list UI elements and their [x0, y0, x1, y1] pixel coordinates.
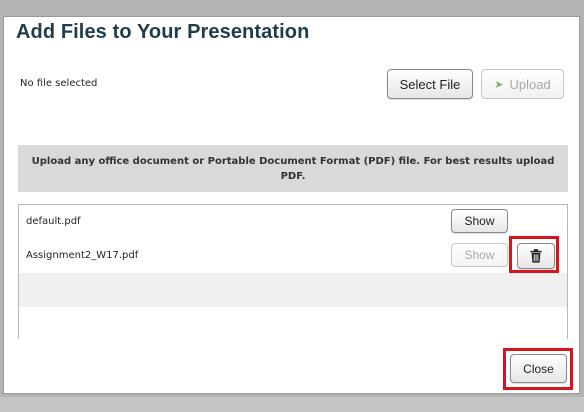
- select-file-button[interactable]: Select File: [387, 69, 473, 99]
- upload-button[interactable]: ➤ Upload: [481, 69, 564, 99]
- show-label: Show: [464, 248, 495, 262]
- info-banner: Upload any office document or Portable D…: [18, 145, 568, 192]
- file-status-text: No file selected: [20, 78, 98, 89]
- info-text: Upload any office document or Portable D…: [31, 155, 555, 182]
- dialog-title: Add Files to Your Presentation: [16, 21, 310, 43]
- show-label: Show: [464, 214, 495, 228]
- file-name: default.pdf: [26, 216, 81, 227]
- background-strip: [0, 397, 584, 412]
- empty-row: [19, 273, 567, 307]
- file-row: Assignment2_W17.pdf Show: [19, 239, 567, 273]
- upload-arrow-icon: ➤: [494, 78, 504, 91]
- file-list: default.pdf Show Assignment2_W17.pdf Sho…: [18, 204, 568, 341]
- select-file-label: Select File: [399, 76, 461, 92]
- add-files-dialog: Add Files to Your Presentation No file s…: [3, 16, 580, 394]
- delete-highlight-box: [509, 236, 559, 273]
- upload-label: Upload: [509, 76, 551, 92]
- file-name: Assignment2_W17.pdf: [26, 250, 139, 261]
- close-highlight-box: [503, 348, 573, 390]
- file-row: default.pdf Show: [19, 205, 567, 239]
- empty-row: [19, 307, 567, 341]
- show-button-disabled[interactable]: Show: [451, 243, 508, 267]
- show-button[interactable]: Show: [451, 209, 508, 233]
